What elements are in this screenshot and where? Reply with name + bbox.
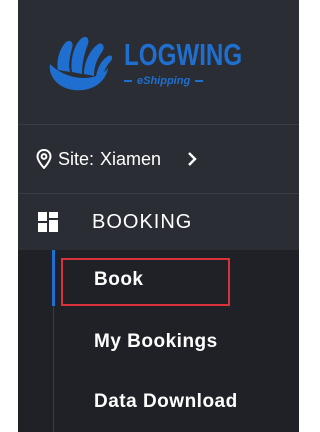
menu-section-booking[interactable]: BOOKING	[18, 194, 299, 250]
menu-item-data-download[interactable]: Data Download	[94, 391, 238, 413]
site-value: Xiamen	[100, 148, 162, 169]
menu-item-my-bookings[interactable]: My Bookings	[94, 331, 218, 353]
sidebar: LOGWING eShipping Site: Xiamen BOOKING B…	[18, 0, 299, 432]
submenu-track	[53, 306, 54, 432]
booking-submenu: Book My Bookings Data Download	[18, 250, 299, 432]
grid-icon	[38, 212, 58, 232]
site-label: Site:	[58, 148, 95, 169]
brand-tagline-row: eShipping	[124, 75, 260, 87]
brand-name: LOGWING	[124, 37, 243, 72]
tagline-dash-left	[124, 80, 132, 82]
location-pin-icon	[36, 149, 52, 169]
logo[interactable]: LOGWING eShipping	[18, 0, 299, 124]
section-label: BOOKING	[92, 210, 193, 233]
brand-tagline: eShipping	[137, 75, 191, 87]
hand-logo-icon	[49, 36, 113, 91]
tagline-dash-right	[195, 80, 204, 82]
highlight-box	[61, 258, 230, 306]
site-selector[interactable]: Site: Xiamen	[18, 124, 299, 194]
active-indicator	[52, 250, 55, 306]
chevron-right-icon	[188, 152, 197, 166]
